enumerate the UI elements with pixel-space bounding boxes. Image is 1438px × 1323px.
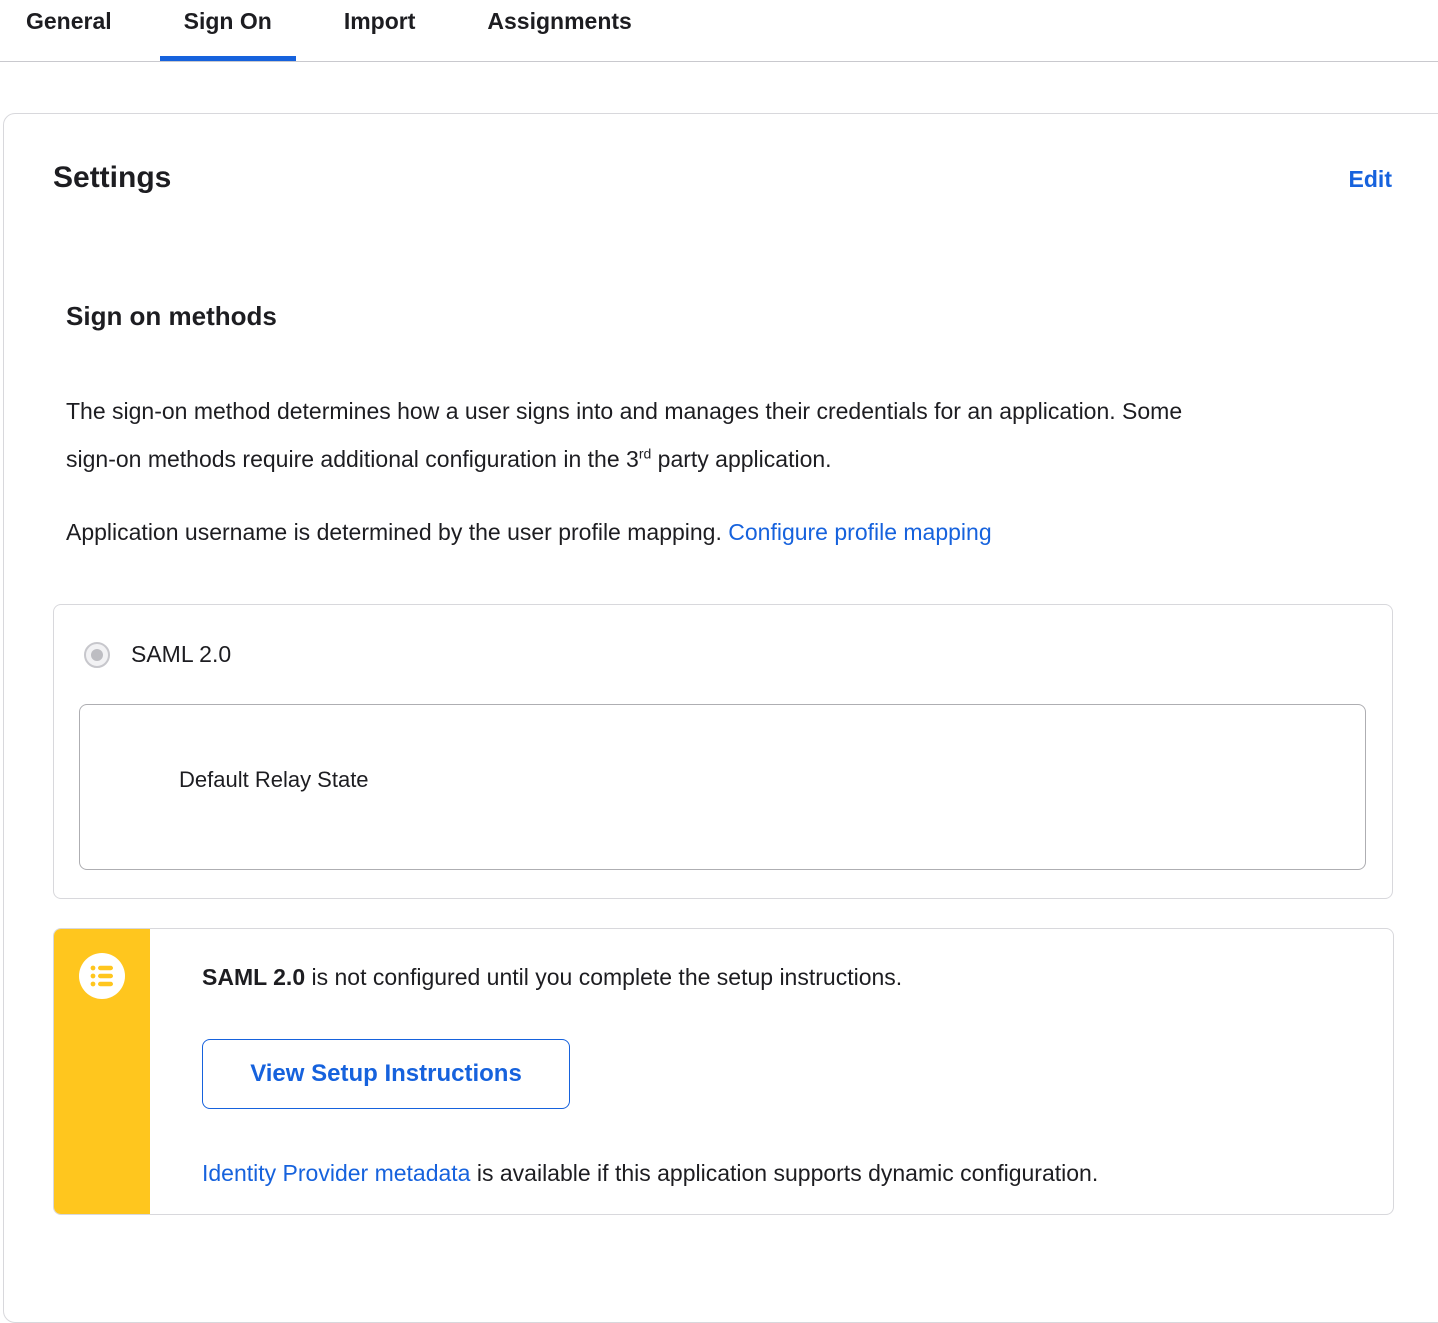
description-text-end: party application. <box>651 446 832 472</box>
configure-profile-mapping-link[interactable]: Configure profile mapping <box>728 519 991 545</box>
callout-message-text: is not configured until you complete the… <box>305 964 903 990</box>
callout-method-name: SAML 2.0 <box>202 964 306 990</box>
metadata-note-text: is available if this application support… <box>470 1160 1099 1186</box>
tab-bar: General Sign On Import Assignments <box>0 0 1438 62</box>
card-header: Settings Edit <box>53 160 1417 196</box>
sign-on-methods-heading: Sign on methods <box>66 301 277 331</box>
saml-radio-button[interactable] <box>84 641 110 668</box>
default-relay-state-box: Default Relay State <box>79 704 1366 870</box>
sign-on-description: The sign-on method determines how a user… <box>66 387 1186 483</box>
setup-instructions-callout: SAML 2.0 is not configured until you com… <box>53 928 1394 1215</box>
description-text: The sign-on method determines how a user… <box>66 398 1183 472</box>
ordinal-superscript: rd <box>638 445 652 462</box>
callout-accent-strip <box>54 929 150 1214</box>
identity-provider-metadata-link[interactable]: Identity Provider metadata <box>202 1160 470 1186</box>
tab-general[interactable]: General <box>2 0 136 61</box>
default-relay-state-label: Default Relay State <box>179 767 369 792</box>
edit-link[interactable]: Edit <box>1349 166 1392 193</box>
tab-import[interactable]: Import <box>320 0 440 61</box>
username-note-text: Application username is determined by th… <box>66 519 729 545</box>
saml-method-label: SAML 2.0 <box>131 641 232 667</box>
list-icon <box>79 953 125 999</box>
callout-body: SAML 2.0 is not configured until you com… <box>150 929 1098 1214</box>
settings-card: Settings Edit Sign on methods The sign-o… <box>3 113 1438 1323</box>
username-note: Application username is determined by th… <box>66 515 1417 549</box>
saml-radio-row: SAML 2.0 <box>54 605 1392 668</box>
callout-message: SAML 2.0 is not configured until you com… <box>202 961 1098 993</box>
tab-assignments[interactable]: Assignments <box>463 0 655 61</box>
view-setup-instructions-button[interactable]: View Setup Instructions <box>202 1039 570 1109</box>
metadata-note: Identity Provider metadata is available … <box>202 1157 1098 1189</box>
saml-method-box: SAML 2.0 Default Relay State <box>53 604 1393 899</box>
tab-sign-on[interactable]: Sign On <box>160 0 296 61</box>
page-title: Settings <box>53 161 172 194</box>
